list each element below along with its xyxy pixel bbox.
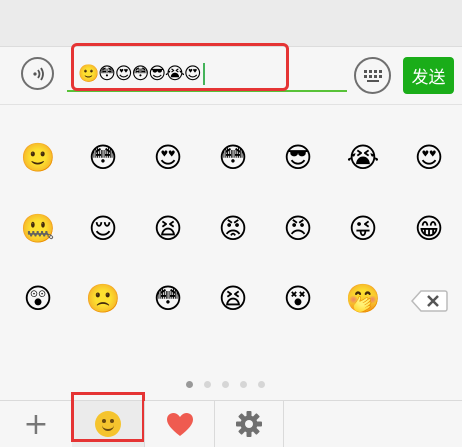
annotation-box-emoji-tab (71, 392, 145, 442)
emoji-key[interactable]: 😫 (150, 211, 186, 247)
emoji-key[interactable]: 😍 (150, 140, 186, 176)
emoji-key[interactable]: 🙂 (20, 140, 56, 176)
page-dot[interactable] (186, 381, 193, 388)
tab-more[interactable]: + (0, 401, 72, 447)
emoji-key[interactable]: 😡 (215, 211, 251, 247)
emoji-key[interactable]: 😫 (215, 281, 251, 317)
emoji-key[interactable]: 😳 (215, 140, 251, 176)
emoji-key[interactable]: 😳 (85, 140, 121, 176)
emoji-key[interactable]: 🙁 (85, 281, 121, 317)
emoji-key[interactable]: 😍 (411, 140, 447, 176)
voice-waves-icon (32, 67, 44, 80)
gear-icon (236, 411, 262, 437)
emoji-key[interactable]: 😵 (280, 281, 316, 317)
emoji-key[interactable]: 😠 (280, 211, 316, 247)
backspace-icon (410, 290, 448, 312)
plus-icon: + (23, 406, 49, 442)
emoji-key[interactable]: 😌 (85, 211, 121, 247)
send-button[interactable]: 发送 (403, 57, 454, 94)
keyboard-toggle-button[interactable] (354, 57, 391, 94)
tab-favorites[interactable] (144, 401, 214, 447)
send-button-label: 发送 (411, 68, 446, 88)
delete-button[interactable] (410, 289, 448, 313)
emoji-key[interactable]: 😭 (345, 140, 381, 176)
emoji-key[interactable]: 😁 (411, 211, 447, 247)
annotation-box-input (71, 43, 289, 91)
emoji-key[interactable]: 😎 (280, 140, 316, 176)
page-indicator (186, 381, 265, 388)
page-dot[interactable] (222, 381, 229, 388)
keyboard-icon (363, 69, 382, 82)
voice-button[interactable] (21, 57, 54, 90)
emoji-key[interactable]: 🤭 (345, 281, 381, 317)
emoji-key[interactable]: 😜 (345, 211, 381, 247)
panel-divider (0, 104, 462, 105)
heart-icon (166, 412, 193, 436)
tab-settings[interactable] (214, 401, 284, 447)
emoji-key[interactable]: 😲 (20, 281, 56, 317)
page-dot[interactable] (204, 381, 211, 388)
emoji-key[interactable]: 😳 (150, 281, 186, 317)
top-area (0, 0, 462, 46)
page-dot[interactable] (258, 381, 265, 388)
page-dot[interactable] (240, 381, 247, 388)
emoji-key[interactable]: 🤐 (20, 211, 56, 247)
